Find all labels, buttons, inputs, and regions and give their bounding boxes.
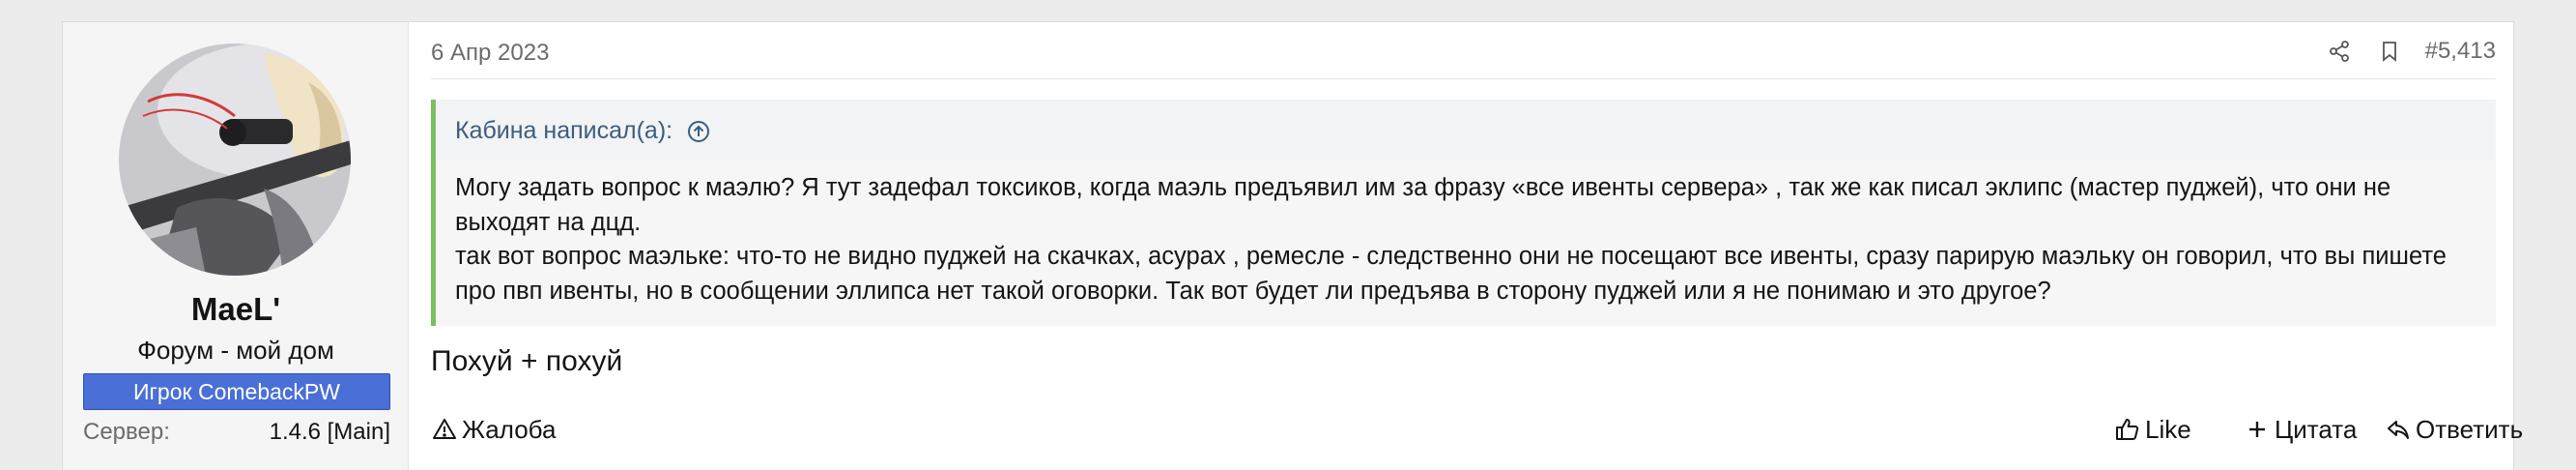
quote-paragraph: так вот вопрос маэльке: что-то не видно … — [455, 243, 2447, 305]
server-value: 1.4.6 [Main] — [269, 419, 390, 445]
bookmark-icon[interactable] — [2375, 37, 2404, 66]
post-main: 6 Апр 2023 #5,413 Кабина написал(а): Мог… — [409, 22, 2523, 470]
post-footer: Жалоба Like Цитата Ответить — [431, 411, 2523, 450]
post-number[interactable]: #5,413 — [2425, 38, 2496, 65]
quote-body: Могу задать вопрос к маэлю? Я тут задефа… — [455, 171, 2478, 308]
quote-label: Цитата — [2275, 414, 2358, 444]
like-label: Like — [2145, 414, 2191, 444]
reply-label: Ответить — [2416, 414, 2524, 444]
server-label: Сервер: — [83, 419, 170, 445]
user-info-panel: MaeL' Форум - мой дом Игрок ComebackPW С… — [63, 22, 409, 470]
post-header-actions: #5,413 — [2304, 36, 2496, 67]
plus-icon — [2244, 416, 2271, 443]
thumbs-up-icon — [2114, 416, 2141, 443]
user-title: Форум - мой дом — [137, 336, 334, 365]
report-label: Жалоба — [462, 414, 557, 444]
reply-icon — [2385, 416, 2412, 443]
post-header: 6 Апр 2023 #5,413 — [431, 22, 2496, 79]
post-message: Похуй + похуй — [431, 345, 623, 377]
reply-button[interactable]: Ответить — [2385, 411, 2523, 448]
quote-paragraph: Могу задать вопрос к маэлю? Я тут задефа… — [455, 174, 2391, 236]
user-banner: Игрок ComebackPW — [83, 373, 390, 410]
avatar[interactable] — [119, 44, 351, 276]
quote-block: Кабина написал(а): Могу задать вопрос к … — [431, 100, 2496, 326]
quote-author-text: Кабина написал(а): — [455, 117, 673, 144]
quote-header: Кабина написал(а): — [436, 100, 2496, 160]
user-extra-field: Сервер: 1.4.6 [Main] — [83, 419, 390, 452]
share-icon[interactable] — [2325, 37, 2354, 66]
like-button[interactable]: Like — [2114, 411, 2191, 448]
quote-author[interactable]: Кабина написал(а): — [455, 117, 711, 145]
forum-post: MaeL' Форум - мой дом Игрок ComebackPW С… — [62, 21, 2523, 470]
report-button[interactable]: Жалоба — [431, 411, 556, 448]
warning-icon — [431, 416, 458, 443]
post-date[interactable]: 6 Апр 2023 — [431, 40, 549, 67]
username[interactable]: MaeL' — [63, 291, 409, 328]
arrow-up-circle-icon[interactable] — [686, 119, 711, 144]
quote-button[interactable]: Цитата — [2244, 411, 2357, 448]
